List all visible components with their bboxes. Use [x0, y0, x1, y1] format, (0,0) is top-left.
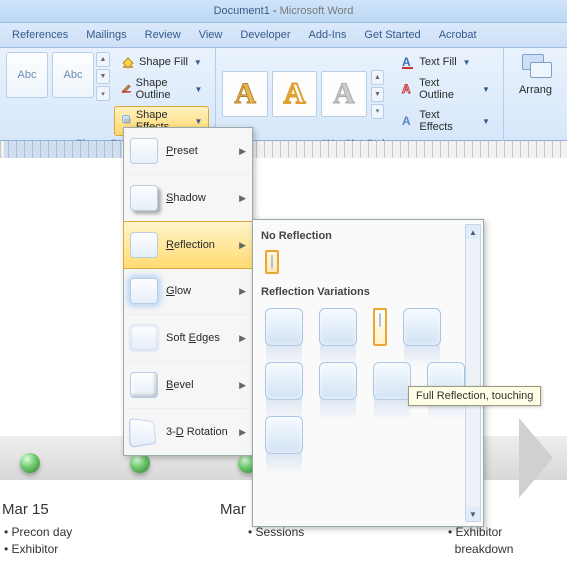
effects-icon	[121, 114, 132, 128]
tooltip: Full Reflection, touching	[408, 386, 541, 406]
reflection-option[interactable]	[319, 308, 357, 346]
reflection-gallery: No Reflection Reflection Variations ▲ ▼	[252, 219, 484, 527]
chevron-down-icon: ▼	[195, 85, 203, 94]
tab-view[interactable]: View	[199, 29, 223, 41]
reflection-option-none[interactable]	[265, 250, 279, 274]
submenu-arrow-icon: ▶	[239, 286, 246, 297]
scroll-up-icon[interactable]: ▲	[466, 225, 480, 239]
shape-outline-button[interactable]: Shape Outline▼	[114, 74, 209, 104]
submenu-arrow-icon: ▶	[239, 146, 246, 157]
reflection-option[interactable]	[403, 308, 441, 346]
chevron-down-icon: ▼	[463, 58, 471, 67]
menu-item-bevel[interactable]: Bevel ▶	[124, 362, 252, 409]
bucket-icon	[121, 55, 135, 69]
shape-style-thumb[interactable]: Abc	[52, 52, 94, 98]
text-effects-button[interactable]: A Text Effects▼	[394, 106, 497, 136]
tab-mailings[interactable]: Mailings	[86, 29, 126, 41]
menu-item-3d-rotation[interactable]: 3-D Rotation ▶	[124, 409, 252, 455]
title-sep: -	[270, 5, 280, 17]
submenu-arrow-icon: ▶	[239, 380, 246, 391]
preset-icon	[130, 138, 158, 164]
reflection-option-hovered[interactable]	[373, 308, 387, 346]
pen-icon	[121, 82, 132, 96]
reflection-option[interactable]	[373, 362, 411, 400]
app-name: Microsoft Word	[280, 5, 354, 17]
shape-effects-menu: Preset ▶ Shadow ▶ Reflection ▶ Glow ▶ So…	[123, 127, 253, 456]
timeline-marker	[20, 453, 40, 473]
reflection-option[interactable]	[319, 362, 357, 400]
timeline-marker	[130, 453, 150, 473]
wordart-thumb[interactable]: A	[222, 71, 267, 117]
3d-rotation-icon	[129, 418, 157, 448]
menu-item-shadow[interactable]: Shadow ▶	[124, 175, 252, 222]
scroll-down-icon[interactable]: ▼	[466, 507, 480, 521]
shape-style-gallery[interactable]: Abc Abc	[6, 52, 94, 136]
tab-references[interactable]: References	[12, 29, 68, 41]
submenu-arrow-icon: ▶	[239, 240, 246, 251]
title-bar: Document1 - Microsoft Word	[0, 0, 567, 23]
wordart-thumb[interactable]: A	[321, 71, 366, 117]
chevron-down-icon: ▼	[194, 58, 202, 67]
arrange-button[interactable]: Arrang	[510, 52, 561, 96]
bullet-list: • Exhibitor breakdown	[448, 524, 513, 558]
menu-item-soft-edges[interactable]: Soft Edges ▶	[124, 315, 252, 362]
soft-edges-icon	[130, 325, 158, 351]
gallery-down-icon[interactable]: ▼	[96, 69, 110, 84]
submenu-arrow-icon: ▶	[239, 333, 246, 344]
date-label: Mar 15	[2, 501, 49, 518]
section-header: Reflection Variations	[259, 282, 477, 304]
text-effects-icon: A	[401, 114, 415, 128]
text-fill-icon: A	[401, 55, 415, 69]
gallery-down-icon[interactable]: ▼	[371, 87, 385, 102]
gallery-up-icon[interactable]: ▲	[371, 70, 385, 85]
reflection-option[interactable]	[265, 362, 303, 400]
tab-developer[interactable]: Developer	[240, 29, 290, 41]
gallery-scrollbar[interactable]: ▲ ▼	[465, 224, 481, 522]
glow-icon	[130, 278, 158, 304]
shape-fill-button[interactable]: Shape Fill▼	[114, 52, 209, 72]
svg-text:A: A	[402, 83, 411, 96]
bevel-icon	[130, 372, 158, 398]
text-outline-icon: A	[401, 82, 415, 96]
tab-addins[interactable]: Add-Ins	[309, 29, 347, 41]
svg-text:A: A	[402, 55, 411, 69]
chevron-down-icon: ▼	[482, 117, 490, 126]
arrange-icon	[520, 52, 550, 82]
menu-item-reflection[interactable]: Reflection ▶	[123, 221, 253, 269]
gallery-more-icon[interactable]: ▾	[96, 86, 110, 101]
ribbon: Abc Abc ▲ ▼ ▾ Shape Fill▼ Shape Outline▼	[0, 48, 567, 141]
reflection-option[interactable]	[265, 416, 303, 454]
tab-acrobat[interactable]: Acrobat	[439, 29, 477, 41]
date-label: Mar	[220, 501, 246, 518]
group-arrange: Arrang	[504, 48, 567, 144]
ribbon-tabs: References Mailings Review View Develope…	[0, 23, 567, 48]
tab-review[interactable]: Review	[145, 29, 181, 41]
submenu-arrow-icon: ▶	[239, 193, 246, 204]
bullet-list: • Precon day• Exhibitor	[4, 524, 72, 558]
text-outline-button[interactable]: A Text Outline▼	[394, 74, 497, 104]
submenu-arrow-icon: ▶	[239, 427, 246, 438]
tab-getstarted[interactable]: Get Started	[364, 29, 420, 41]
menu-item-preset[interactable]: Preset ▶	[124, 128, 252, 175]
chevron-down-icon: ▼	[195, 117, 203, 126]
chevron-down-icon: ▼	[482, 85, 490, 94]
shadow-icon	[130, 185, 158, 211]
menu-item-glow[interactable]: Glow ▶	[124, 268, 252, 315]
doc-title: Document1	[214, 5, 270, 17]
text-fill-button[interactable]: A Text Fill▼	[394, 52, 497, 72]
reflection-option[interactable]	[265, 308, 303, 346]
reflection-icon	[130, 232, 158, 258]
gallery-up-icon[interactable]: ▲	[96, 52, 110, 67]
wordart-thumb[interactable]: A	[272, 71, 317, 117]
shape-style-thumb[interactable]: Abc	[6, 52, 48, 98]
section-header: No Reflection	[259, 226, 477, 248]
svg-text:A: A	[402, 114, 411, 128]
gallery-more-icon[interactable]: ▾	[371, 104, 385, 119]
group-wordart-styles: A A A ▲ ▼ ▾ A Text Fill▼ A Text Outline▼ A…	[216, 48, 503, 144]
